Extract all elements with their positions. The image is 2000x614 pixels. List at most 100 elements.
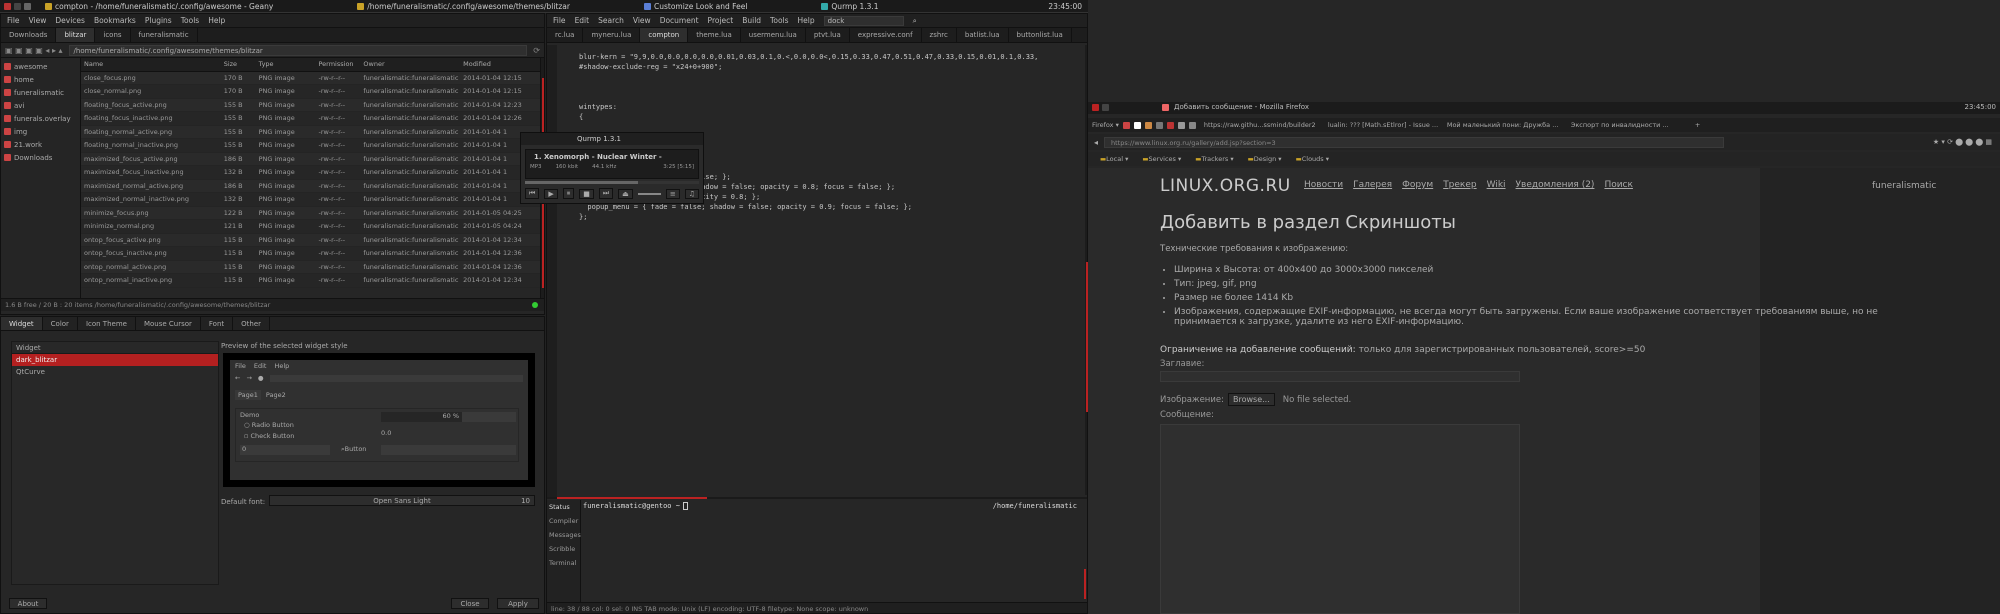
file-row[interactable]: floating_normal_active.png 155 B PNG image… <box>81 125 540 139</box>
tab-icons[interactable]: icons <box>95 28 131 42</box>
file-row[interactable]: close_normal.png 170 B PNG image -rw-r--r--… <box>81 85 540 99</box>
play-icon[interactable]: ▶ <box>544 188 558 199</box>
volume-slider[interactable] <box>637 192 661 195</box>
new-tab-icon[interactable]: + <box>1695 121 1700 129</box>
menu-tools[interactable]: Tools <box>181 16 199 25</box>
tab-funeralismatic[interactable]: funeralismatic <box>131 28 198 42</box>
browser-tab[interactable]: Экспорт по инвалидности ... <box>1571 121 1691 129</box>
side-tab-scribble[interactable]: Scribble <box>547 542 580 556</box>
editor-tab[interactable]: rc.lua <box>547 28 584 42</box>
place-item[interactable]: img <box>1 125 80 138</box>
next-icon[interactable]: ⏭ <box>598 188 614 199</box>
place-item[interactable]: Downloads <box>1 151 80 164</box>
preview-check[interactable]: ▫ Check Button <box>244 432 294 440</box>
user-name[interactable]: funeralismatic <box>1872 181 1936 191</box>
theme-item-selected[interactable]: dark_blitzar <box>12 354 218 366</box>
file-row[interactable]: ontop_normal_active.png 115 B PNG image -rw… <box>81 260 540 274</box>
search-input[interactable]: dock <box>823 15 904 26</box>
menu-view[interactable]: View <box>633 16 651 25</box>
preview-menu-edit[interactable]: Edit <box>254 362 267 370</box>
bookmark-folder[interactable]: ▬Services ▾ <box>1142 155 1181 163</box>
preview-menu-file[interactable]: File <box>235 362 246 370</box>
tab-color[interactable]: Color <box>43 317 78 330</box>
apply-button[interactable]: Apply <box>497 598 539 609</box>
place-item[interactable]: funeralismatic <box>1 86 80 99</box>
editor-tab[interactable]: myneru.lua <box>583 28 641 42</box>
column-permission[interactable]: Permission <box>315 60 360 68</box>
nav-gallery[interactable]: Галерея <box>1353 180 1392 190</box>
column-size[interactable]: Size <box>221 60 256 68</box>
column-owner[interactable]: Owner <box>360 60 460 68</box>
pause-icon[interactable]: ⏸ <box>562 188 575 199</box>
search-icon[interactable]: ⌕ <box>913 16 917 26</box>
app-icon[interactable] <box>14 2 21 10</box>
bookmark-folder[interactable]: ▬Clouds ▾ <box>1296 155 1329 163</box>
pinned-tab-icon[interactable] <box>1133 121 1141 129</box>
editor-tab[interactable]: zshrc <box>922 28 957 42</box>
task-item[interactable]: /home/funeralismatic/.config/awesome/the… <box>357 2 570 11</box>
preview-tab-page1[interactable]: Page1 <box>235 390 261 400</box>
tab-font[interactable]: Font <box>201 317 234 330</box>
tab-blitzar[interactable]: blitzar <box>56 28 96 42</box>
menu-devices[interactable]: Devices <box>55 16 85 25</box>
menu-search[interactable]: Search <box>598 16 624 25</box>
task-item[interactable]: Qurmp 1.3.1 <box>821 2 879 11</box>
place-item[interactable]: home <box>1 73 80 86</box>
pinned-tab-icon[interactable] <box>1144 121 1152 129</box>
back-icon[interactable]: ◂ <box>1094 138 1098 147</box>
site-logo[interactable]: LINUX.ORG.RU <box>1160 176 1291 196</box>
theme-item[interactable]: QtCurve <box>12 366 218 378</box>
github-icon[interactable] <box>24 2 31 10</box>
preview-tab-page2[interactable]: Page2 <box>263 390 289 400</box>
menu-edit[interactable]: Edit <box>575 16 590 25</box>
browser-tab[interactable]: lualin: ??? [Math.sEtlror] - Issue ... <box>1328 121 1443 129</box>
font-picker[interactable]: Open Sans Light 10 <box>269 495 535 506</box>
about-button[interactable]: About <box>9 598 47 609</box>
menu-tools[interactable]: Tools <box>770 16 788 25</box>
close-button[interactable]: Close <box>451 598 489 609</box>
file-row[interactable]: floating_focus_active.png 155 B PNG image -… <box>81 98 540 112</box>
task-item[interactable]: Customize Look and Feel <box>643 2 747 11</box>
file-row[interactable]: minimize_normal.png 121 B PNG image -rw-r--… <box>81 220 540 234</box>
menu-file[interactable]: File <box>7 16 20 25</box>
title-input[interactable] <box>1160 371 1520 382</box>
editor-tab[interactable]: buttonlist.lua <box>1009 28 1072 42</box>
forward-icon[interactable]: → <box>246 374 251 382</box>
bookmark-folder[interactable]: ▬Local ▾ <box>1100 155 1128 163</box>
message-textarea[interactable] <box>1160 424 1520 614</box>
file-row[interactable]: maximized_focus_active.png 186 B PNG image… <box>81 152 540 166</box>
nav-tracker[interactable]: Трекер <box>1443 180 1476 190</box>
file-row[interactable]: maximized_normal_inactive.png 132 B PNG im… <box>81 193 540 207</box>
tab-widget[interactable]: Widget <box>1 317 43 330</box>
editor-tab[interactable]: ptvt.lua <box>806 28 850 42</box>
playlist-icon[interactable]: ≡ <box>665 188 680 199</box>
file-row[interactable]: maximized_focus_inactive.png 132 B PNG ima… <box>81 166 540 180</box>
back-icon[interactable]: ← <box>235 374 240 382</box>
browser-tab[interactable]: https://raw.githu...ssmind/builder2 <box>1204 121 1324 129</box>
file-row[interactable]: close_focus.png 170 B PNG image -rw-r--r-- f… <box>81 71 540 85</box>
seek-bar[interactable] <box>525 181 699 184</box>
menu-view[interactable]: View <box>29 16 47 25</box>
place-item[interactable]: 21.work <box>1 138 80 151</box>
column-modified[interactable]: Modified <box>460 60 540 68</box>
bookmark-folder[interactable]: ▬Design ▾ <box>1248 155 1282 163</box>
editor-tab[interactable]: expressive.conf <box>850 28 922 42</box>
stop-icon[interactable]: ■ <box>579 188 594 199</box>
file-row[interactable]: ontop_focus_active.png 115 B PNG image -rw-… <box>81 233 540 247</box>
app-icon[interactable] <box>4 2 11 10</box>
pinned-tab-icon[interactable] <box>1155 121 1163 129</box>
menu-document[interactable]: Document <box>660 16 699 25</box>
side-tab-messages[interactable]: Messages <box>547 528 581 542</box>
toolbar-icons[interactable]: ★ ▾ ⟳ ⬤ ⬤ ⬤ ▦ <box>1933 138 1992 146</box>
place-item[interactable]: avi <box>1 99 80 112</box>
nav-notifications[interactable]: Уведомления (2) <box>1516 180 1595 190</box>
menu-file[interactable]: File <box>553 16 566 25</box>
code-editor[interactable]: blur-kern = "9,9,0.0,0.0,0.0,0.0,0.01,0.… <box>579 52 1079 492</box>
editor-tab[interactable]: theme.lua <box>688 28 741 42</box>
window-close-icon[interactable] <box>1092 104 1099 111</box>
launcher-icons[interactable] <box>4 2 31 10</box>
pinned-tab-icon[interactable] <box>1177 121 1185 129</box>
side-tab-terminal[interactable]: Terminal <box>547 556 580 570</box>
tab-other[interactable]: Other <box>233 317 271 330</box>
menu-help[interactable]: Help <box>208 16 225 25</box>
